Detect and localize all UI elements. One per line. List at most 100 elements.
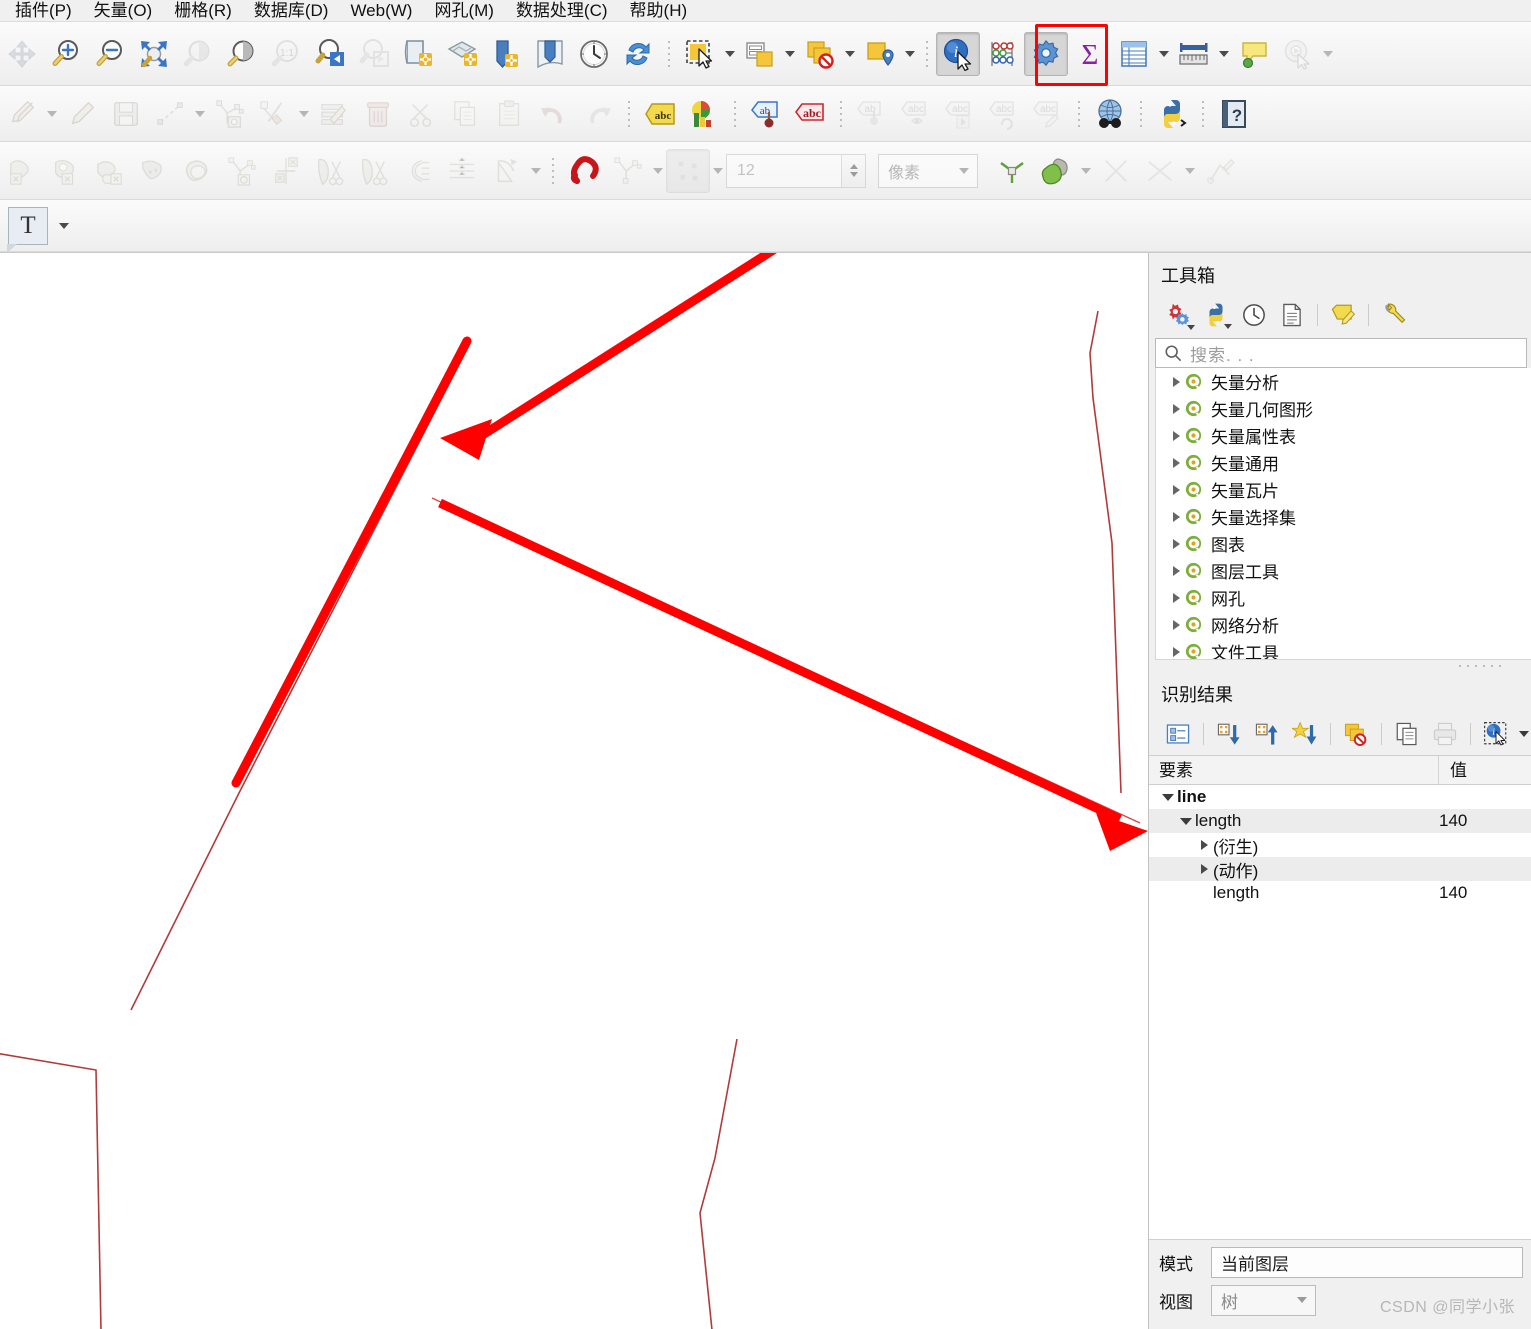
summary-sigma-icon[interactable]: Σ	[1068, 32, 1112, 76]
toolbox-history-icon[interactable]	[1235, 296, 1273, 334]
refresh-icon[interactable]	[616, 32, 660, 76]
snapping-units-select[interactable]: 像素	[878, 153, 978, 188]
chevron-right-icon[interactable]	[1168, 539, 1184, 549]
menu-vector[interactable]: 矢量(O)	[83, 0, 164, 22]
chevron-right-icon[interactable]	[1168, 458, 1184, 468]
table-row[interactable]: line	[1149, 785, 1531, 809]
rotate-feature-icon[interactable]	[484, 149, 528, 193]
chevron-right-icon[interactable]	[1168, 485, 1184, 495]
toolbox-python-scripts-icon[interactable]	[1197, 296, 1235, 334]
pan-map-icon[interactable]	[0, 32, 44, 76]
view-select[interactable]: 树	[1211, 1284, 1316, 1316]
vertex-tool-icon[interactable]	[208, 92, 252, 136]
delete-selected-icon[interactable]	[356, 92, 400, 136]
menu-raster[interactable]: 栅格(R)	[163, 0, 243, 22]
menu-plugins[interactable]: 插件(P)	[4, 0, 83, 22]
rotate-label-icon[interactable]: abc	[982, 92, 1026, 136]
attribute-table-dropdown-caret[interactable]	[1156, 34, 1172, 74]
menu-help[interactable]: 帮助(H)	[619, 0, 699, 22]
chevron-right-icon[interactable]	[1168, 647, 1184, 657]
current-edits-icon[interactable]	[0, 92, 44, 136]
layout-manager-icon[interactable]	[528, 32, 572, 76]
copy-features-icon[interactable]	[444, 92, 488, 136]
toolbox-item[interactable]: 矢量瓦片	[1156, 476, 1531, 503]
delete-part-icon[interactable]	[44, 149, 88, 193]
chevron-right-icon[interactable]	[1195, 840, 1213, 850]
table-row[interactable]: length 140	[1149, 881, 1531, 905]
chevron-down-icon[interactable]	[1159, 794, 1177, 801]
snapping-mode-icon[interactable]	[606, 149, 650, 193]
new-map-view-icon[interactable]	[396, 32, 440, 76]
current-edits-caret[interactable]	[44, 94, 60, 134]
show-hide-labels-icon[interactable]: abc	[894, 92, 938, 136]
toolbox-options-wrench-icon[interactable]	[1375, 296, 1413, 334]
zoom-to-layer-icon[interactable]	[220, 32, 264, 76]
snapping-mode-caret[interactable]	[650, 151, 666, 191]
snapping-tolerance-input[interactable]: 12	[726, 153, 866, 188]
expand-tree-icon[interactable]	[1159, 715, 1197, 753]
digitize-with-segment-icon[interactable]	[1198, 149, 1242, 193]
select-features-icon[interactable]	[678, 32, 722, 76]
enable-snapping-magnet-icon[interactable]	[562, 149, 606, 193]
rotate-feature-caret[interactable]	[528, 151, 544, 191]
menu-mesh[interactable]: 网孔(M)	[423, 0, 504, 22]
metasearch-globe-icon[interactable]	[1088, 92, 1132, 136]
vertex-grid-icon[interactable]	[440, 149, 484, 193]
identify-features-icon[interactable]: i	[936, 31, 980, 76]
toolbox-item[interactable]: 图表	[1156, 530, 1531, 557]
toolbox-item[interactable]: 矢量通用	[1156, 449, 1531, 476]
python-console-icon[interactable]	[1150, 92, 1194, 136]
toolbox-item[interactable]: 矢量分析	[1156, 368, 1531, 395]
toolbox-tree[interactable]: 矢量分析 矢量几何图形 矢量属性表 矢量通用 矢量瓦片 矢量选择集 图表 图层工…	[1155, 368, 1531, 660]
add-line-feature-icon[interactable]	[148, 92, 192, 136]
snapping-type-caret[interactable]	[710, 151, 726, 191]
map-canvas[interactable]	[0, 252, 1148, 1329]
expand-new-results-icon[interactable]	[1286, 715, 1324, 753]
add-feature-caret[interactable]	[192, 94, 208, 134]
table-row[interactable]: length 140	[1149, 809, 1531, 833]
avoid-overlap-caret[interactable]	[1078, 151, 1094, 191]
snapping-tolerance-stepper[interactable]	[841, 154, 865, 187]
modify-attributes-icon[interactable]	[252, 92, 296, 136]
zoom-native-resolution-icon[interactable]: 1:1	[264, 32, 308, 76]
identify-results-table-body[interactable]: line length 140 (衍生) (动作) length 140	[1149, 785, 1531, 1240]
add-ring-icon[interactable]	[88, 149, 132, 193]
collapse-all-icon[interactable]	[1248, 715, 1286, 753]
measure-dropdown-caret[interactable]	[1216, 34, 1232, 74]
paste-features-icon[interactable]	[488, 92, 532, 136]
avoid-overlap-icon[interactable]	[1034, 149, 1078, 193]
zoom-out-icon[interactable]	[88, 32, 132, 76]
run-feature-action-icon[interactable]	[1276, 32, 1320, 76]
table-row[interactable]: (动作)	[1149, 857, 1531, 881]
chevron-right-icon[interactable]	[1168, 566, 1184, 576]
toolbox-edit-model-icon[interactable]	[1324, 296, 1362, 334]
redo-icon[interactable]	[576, 92, 620, 136]
chevron-right-icon[interactable]	[1168, 377, 1184, 387]
help-icon[interactable]: ?	[1212, 92, 1256, 136]
undo-icon[interactable]	[532, 92, 576, 136]
new-print-layout-icon[interactable]	[484, 32, 528, 76]
chevron-down-icon[interactable]	[1177, 818, 1195, 825]
multi-edit-icon[interactable]	[312, 92, 356, 136]
chevron-right-icon[interactable]	[1168, 512, 1184, 522]
chevron-right-icon[interactable]	[1168, 593, 1184, 603]
select-by-expression-dropdown-caret[interactable]	[782, 34, 798, 74]
reverse-line-icon[interactable]	[1138, 149, 1182, 193]
move-label-icon[interactable]: ab	[850, 92, 894, 136]
chevron-right-icon[interactable]	[1168, 404, 1184, 414]
reverse-line-caret[interactable]	[1182, 151, 1198, 191]
chevron-right-icon[interactable]	[1168, 620, 1184, 630]
toolbox-item[interactable]: 矢量选择集	[1156, 503, 1531, 530]
print-results-icon[interactable]	[1426, 715, 1464, 753]
processing-toolbox-icon[interactable]	[1024, 31, 1068, 76]
select-features-dropdown-caret[interactable]	[722, 34, 738, 74]
save-layer-edits-icon[interactable]	[104, 92, 148, 136]
toolbox-item[interactable]: 矢量几何图形	[1156, 395, 1531, 422]
highlight-pinned-labels-icon[interactable]: abc	[788, 92, 832, 136]
toolbox-item[interactable]: 网络分析	[1156, 611, 1531, 638]
toolbox-item[interactable]: 图层工具	[1156, 557, 1531, 584]
temporal-controller-icon[interactable]	[572, 32, 616, 76]
map-tips-icon[interactable]	[1232, 32, 1276, 76]
toolbox-item[interactable]: 矢量属性表	[1156, 422, 1531, 449]
labeling-options-icon[interactable]: abc	[638, 92, 682, 136]
